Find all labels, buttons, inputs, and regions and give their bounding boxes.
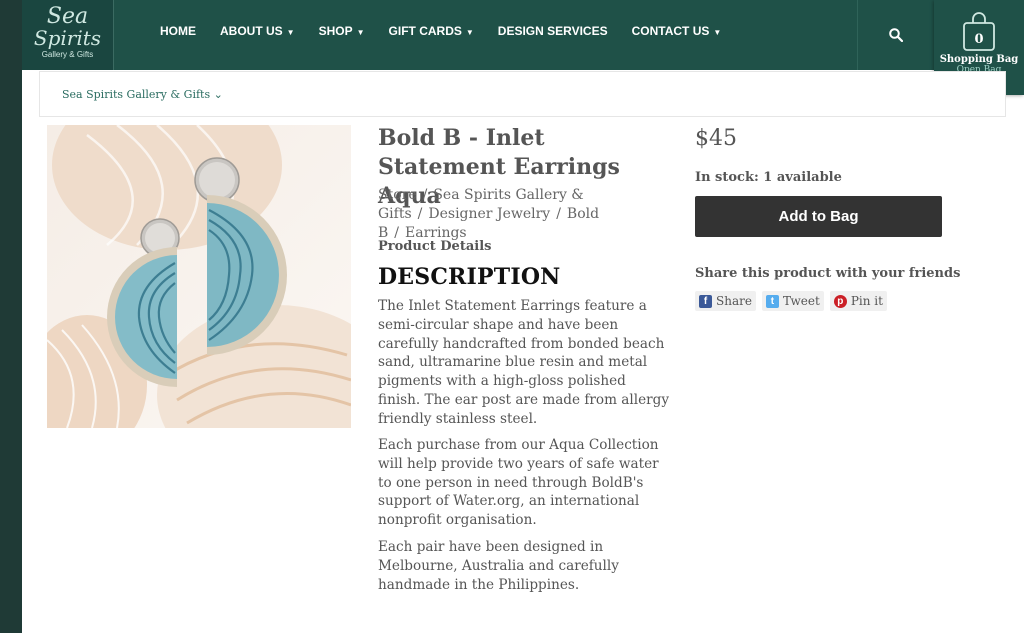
pinterest-icon: p <box>833 294 847 308</box>
nav-shop[interactable]: SHOP ▼ <box>319 24 365 38</box>
product-breadcrumb: Store / Sea Spirits Gallery & Gifts / Design… <box>378 186 668 243</box>
breadcrumb-store-link[interactable]: Sea Spirits Gallery & Gifts ⌄ <box>62 88 223 101</box>
nav-about-us[interactable]: ABOUT US ▼ <box>220 24 295 38</box>
nav-gift-cards[interactable]: GIFT CARDS ▼ <box>389 24 474 38</box>
bag-icon: 0 <box>962 12 996 52</box>
share-title: Share this product with your friends <box>695 266 961 281</box>
nav-contact-us[interactable]: CONTACT US ▼ <box>632 24 722 38</box>
twitter-icon: t <box>765 294 779 308</box>
product-details-label: Product Details <box>378 239 492 254</box>
crumb-separator: / <box>556 206 561 222</box>
description-paragraph: The Inlet Statement Earrings feature a s… <box>378 298 670 427</box>
site-logo[interactable]: Sea Spirits Gallery & Gifts <box>22 0 114 70</box>
logo-line-1: Sea <box>46 4 89 29</box>
chevron-down-icon: ▼ <box>286 28 295 37</box>
chevron-down-icon: ⌄ <box>213 88 223 101</box>
crumb-store[interactable]: Store <box>378 187 417 203</box>
facebook-icon: f <box>699 294 712 308</box>
chevron-down-icon: ▼ <box>465 28 474 37</box>
add-to-bag-button[interactable]: Add to Bag <box>695 196 942 237</box>
crumb-separator: / <box>422 187 428 203</box>
main-nav: HOME ABOUT US ▼ SHOP ▼ GIFT CARDS ▼ DESIGN … <box>160 24 745 38</box>
product-price: $45 <box>695 126 737 151</box>
nav-home[interactable]: HOME <box>160 24 196 38</box>
chevron-down-icon: ▼ <box>713 28 722 37</box>
facebook-share-button[interactable]: f Share <box>695 291 756 311</box>
search-icon <box>889 28 903 42</box>
description-paragraph: Each purchase from our Aqua Collection w… <box>378 437 659 529</box>
pinterest-share-label: Pin it <box>850 294 883 308</box>
twitter-share-button[interactable]: t Tweet <box>761 291 824 311</box>
twitter-share-label: Tweet <box>782 294 820 308</box>
search-button[interactable] <box>857 0 934 70</box>
breadcrumb: Sea Spirits Gallery & Gifts ⌄ <box>39 71 1006 117</box>
share-buttons: f Share t Tweet p Pin it <box>695 291 887 311</box>
description-paragraph: Each pair have been designed in Melbourn… <box>378 539 619 593</box>
facebook-share-label: Share <box>716 294 752 308</box>
description-heading: DESCRIPTION <box>378 264 561 290</box>
logo-line-3: Gallery & Gifts <box>41 50 94 59</box>
bag-label: Shopping Bag <box>939 54 1019 65</box>
bag-count: 0 <box>974 32 984 47</box>
logo-line-2: Spirits <box>33 26 102 50</box>
nav-design-services[interactable]: DESIGN SERVICES <box>498 24 608 38</box>
stock-status: In stock: 1 available <box>695 170 842 185</box>
crumb-designer-jewelry[interactable]: Designer Jewelry <box>428 206 550 222</box>
left-edge-strip <box>0 0 22 633</box>
pinterest-share-button[interactable]: p Pin it <box>829 291 887 311</box>
crumb-separator: / <box>417 206 423 222</box>
product-image[interactable] <box>47 125 351 428</box>
chevron-down-icon: ▼ <box>356 28 365 37</box>
